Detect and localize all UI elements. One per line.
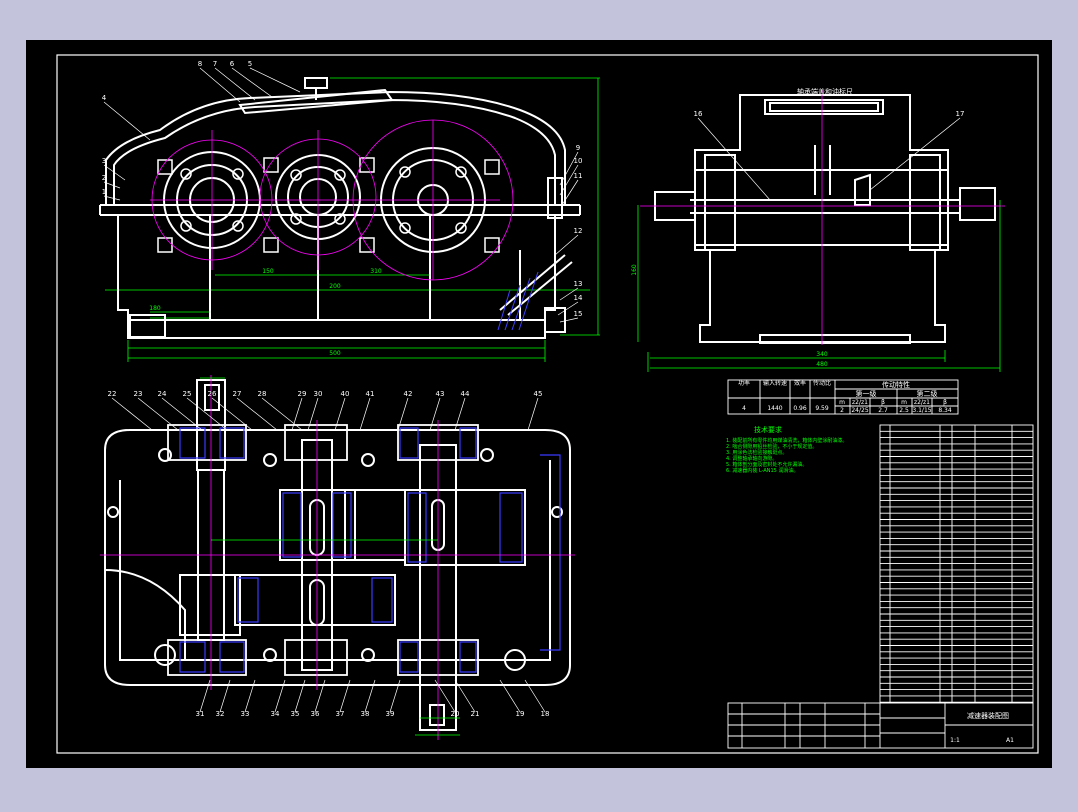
spec-value: 8.34 [938, 407, 952, 414]
balloon-label: 38 [361, 710, 370, 718]
cad-drawing: 8 7 6 54321910111213141516 1722 23 24 25 26 27 28 2… [0, 0, 1078, 808]
tech-line: 6. 减速器内装 L-AN15 润滑油。 [726, 467, 798, 474]
balloon-label: 18 [541, 710, 550, 718]
dimension-value: 480 [816, 361, 828, 368]
spec-value: 1440 [767, 405, 782, 412]
balloon-label: 30 [314, 390, 323, 398]
spec-value: 2 [840, 407, 844, 414]
balloon-label: 20 [451, 710, 460, 718]
balloon-label: 15 [574, 310, 583, 318]
balloon-label: 39 [386, 710, 395, 718]
balloon-label: 26 [208, 390, 217, 398]
spec-value: 3.1/15 [912, 407, 931, 414]
spec-value: 4 [742, 405, 746, 412]
spec-header: 功率 [738, 379, 750, 387]
spec-value: 2.5 [899, 407, 909, 414]
spec-sub: m [901, 399, 907, 406]
balloon-label: 4 [102, 94, 107, 102]
balloon-label: 2 [102, 174, 106, 182]
spec-sub: β [881, 399, 885, 406]
balloon-label: 1 [102, 188, 106, 196]
tech-line: 3. 用涂色法检验接触斑点。 [726, 449, 787, 456]
balloon-label: 41 [366, 390, 375, 398]
spec-value: 9.59 [815, 405, 829, 412]
dimension-value: 500 [329, 350, 341, 357]
balloon-label: 36 [311, 710, 320, 718]
balloon-label: 10 [574, 157, 583, 165]
balloon-label: 17 [956, 110, 965, 118]
balloon-label: 35 [291, 710, 300, 718]
balloon-label: 24 [158, 390, 167, 398]
spec-value: 0.96 [793, 405, 807, 412]
balloon-label: 7 [213, 60, 217, 68]
balloon-label: 14 [574, 294, 583, 302]
balloon-label: 5 [248, 60, 252, 68]
balloon-label: 27 [233, 390, 242, 398]
balloon-label: 13 [574, 280, 583, 288]
balloon-label: 42 [404, 390, 413, 398]
balloon-label: 43 [436, 390, 445, 398]
balloon-label: 37 [336, 710, 345, 718]
dimension-value: 310 [370, 268, 382, 275]
spec-stage: 第二级 [917, 389, 938, 398]
dimension-value: 340 [816, 351, 828, 358]
spec-header: 输入转速 [763, 379, 787, 387]
dimension-value: 150 [262, 268, 274, 275]
balloon-label: 32 [216, 710, 225, 718]
dimension-value: 180 [149, 305, 161, 312]
tech-line: 1. 装配前所有零件均用煤油清洗，箱体内壁涂耐油漆。 [726, 437, 847, 444]
spec-value: 2.7 [878, 407, 888, 414]
balloon-label: 12 [574, 227, 583, 235]
dimension-value: 200 [329, 283, 341, 290]
balloon-label: 16 [694, 110, 703, 118]
balloon-label: 6 [230, 60, 235, 68]
spec-sub: β [943, 399, 947, 406]
dimension-value: 160 [631, 264, 638, 276]
title-block-name: 减速器装配图 [967, 711, 1009, 720]
spec-stage: 第一级 [856, 389, 877, 398]
balloon-label: 34 [271, 710, 280, 718]
balloon-label: 25 [183, 390, 192, 398]
balloon-label: 22 [108, 390, 117, 398]
balloon-label: 45 [534, 390, 543, 398]
balloon-label: 3 [102, 157, 106, 165]
title-block-sheet: A1 [1006, 737, 1014, 744]
balloon-label: 28 [258, 390, 267, 398]
balloon-label: 44 [461, 390, 470, 398]
tech-line: 2. 啮合侧隙用铅丝检验，不小于规定值。 [726, 443, 817, 450]
spec-header: 传动比 [813, 379, 831, 387]
balloon-label: 11 [574, 172, 583, 180]
balloon-label: 8 [198, 60, 202, 68]
balloon-label: 9 [576, 144, 580, 152]
tech-line: 4. 调整轴承轴向游隙。 [726, 455, 777, 462]
tech-title: 技术要求 [754, 425, 782, 434]
spec-sub: z2/z1 [852, 399, 868, 406]
spec-sub: z2/z1 [914, 399, 930, 406]
balloon-label: 31 [196, 710, 205, 718]
spec-group-title: 传动特性 [882, 380, 910, 389]
balloon-label: 21 [471, 710, 480, 718]
spec-value: 24/25 [851, 407, 868, 414]
balloon-label: 23 [134, 390, 143, 398]
balloon-label: 33 [241, 710, 250, 718]
spec-header: 效率 [794, 379, 806, 387]
view-title: 轴承端盖和油标尺 [797, 87, 853, 96]
balloon-label: 40 [341, 390, 350, 398]
balloon-label: 29 [298, 390, 307, 398]
drawing-canvas: 8 7 6 5 4 3 2 1 9 10 11 12 13 14 15 16 17 22 23 24 25 26 27 28 2… [0, 0, 1078, 808]
spec-sub: m [839, 399, 845, 406]
title-block-scale: 1:1 [950, 737, 960, 744]
tech-line: 5. 箱体剖分面及密封处不允许漏油。 [726, 461, 807, 468]
balloon-label: 19 [516, 710, 525, 718]
